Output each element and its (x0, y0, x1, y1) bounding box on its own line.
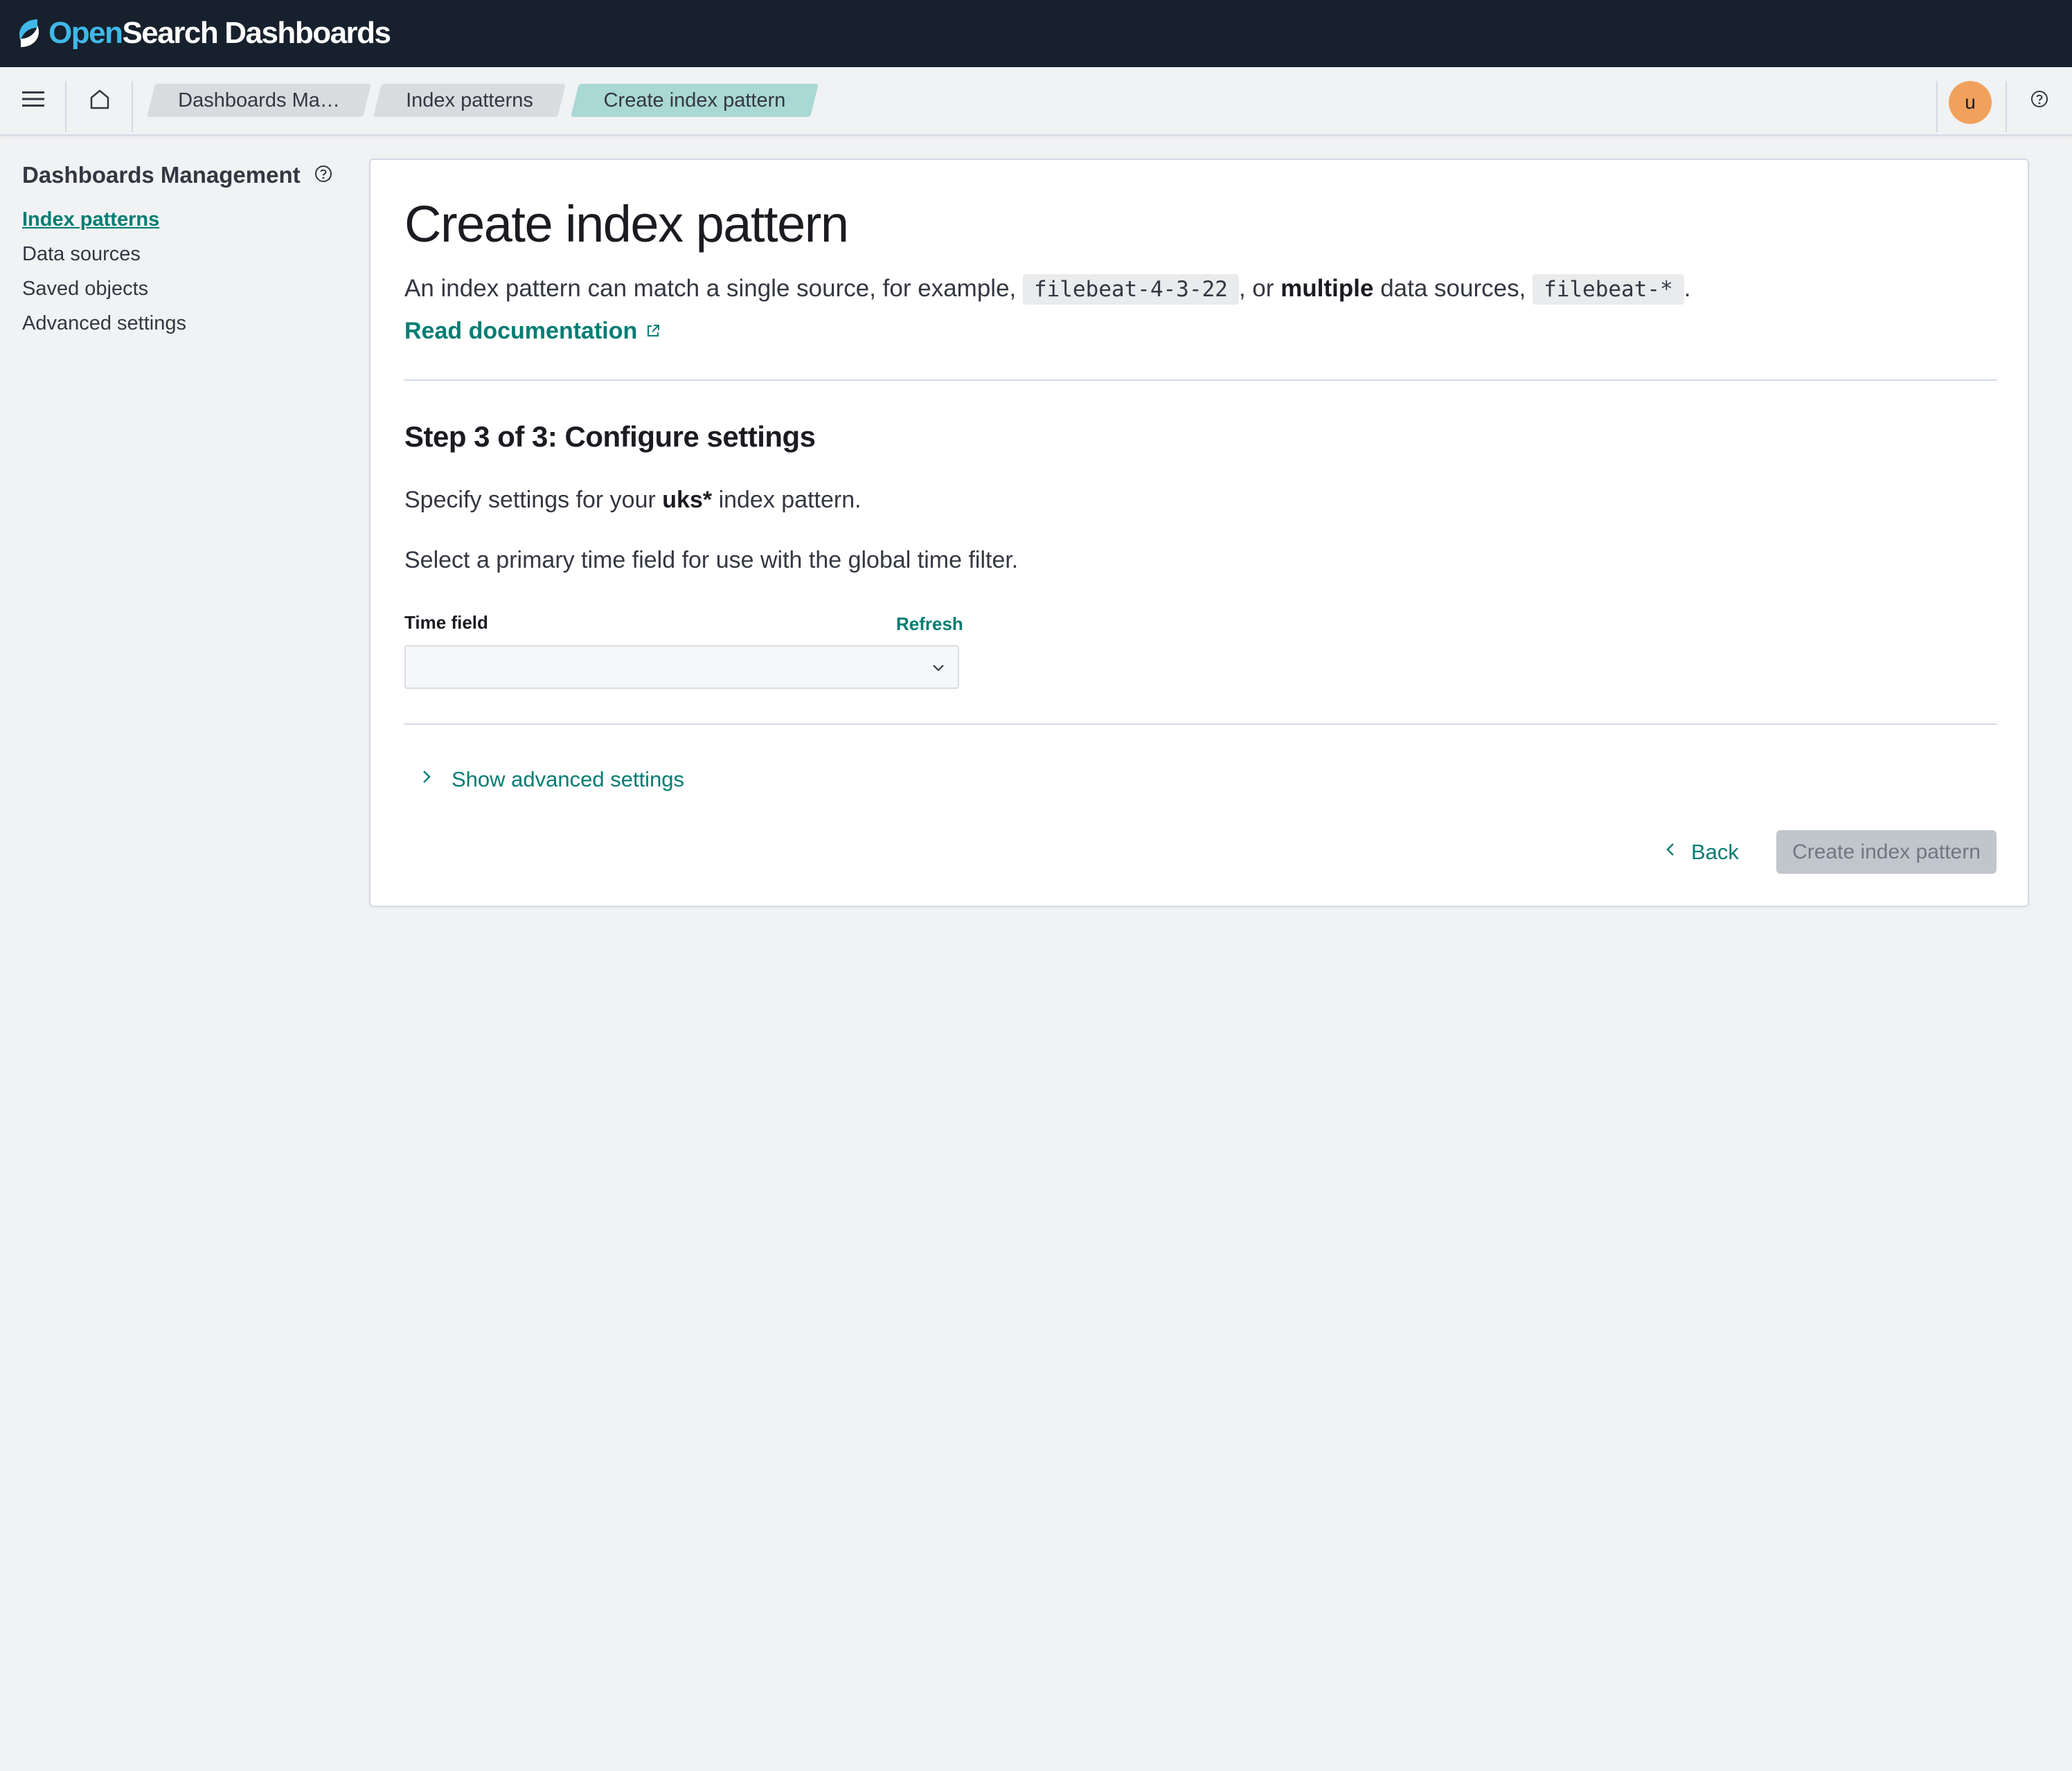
user-avatar[interactable]: u (1949, 81, 1992, 124)
breadcrumb-label: Dashboards Ma… (178, 89, 340, 111)
divider (404, 723, 1997, 725)
home-icon (89, 88, 111, 114)
read-documentation-link[interactable]: Read documentation (404, 314, 661, 348)
show-advanced-settings-label: Show advanced settings (452, 767, 685, 791)
desc-text: , or (1238, 275, 1274, 302)
read-documentation-label: Read documentation (404, 318, 638, 344)
help-icon[interactable] (314, 159, 332, 192)
index-pattern-name: uks* (662, 487, 713, 513)
top-header: OpenSearch Dashboards (0, 0, 2072, 67)
breadcrumb-dashboards-management[interactable]: Dashboards Ma… (147, 84, 371, 117)
help-button[interactable] (2007, 67, 2072, 134)
create-index-pattern-button[interactable]: Create index pattern (1776, 830, 1997, 874)
sidebar-title-text: Dashboards Management (22, 162, 301, 188)
sidebar-title: Dashboards Management (22, 159, 332, 192)
sidebar-item-saved-objects[interactable]: Saved objects (22, 275, 148, 303)
home-button[interactable] (66, 67, 133, 134)
page-description: An index pattern can match a single sour… (404, 271, 1690, 307)
create-index-pattern-panel: Create index pattern An index pattern ca… (369, 159, 2029, 907)
logo-text-search: Search (122, 16, 218, 50)
chevron-left-icon (1663, 840, 1677, 865)
navigation-bar: Dashboards Ma… Index patterns Create ind… (0, 67, 2072, 136)
logo-text-open: Open (48, 16, 123, 50)
external-link-icon (645, 314, 661, 348)
specify-text: Specify settings for your (404, 487, 656, 513)
breadcrumb-label: Index patterns (406, 89, 533, 111)
page-title: Create index pattern (404, 195, 849, 253)
menu-icon (21, 89, 45, 112)
example-code-multiple: filebeat-* (1533, 274, 1684, 305)
breadcrumb-index-patterns[interactable]: Index patterns (373, 84, 566, 117)
sidebar-item-data-sources[interactable]: Data sources (22, 240, 141, 268)
desc-text: . (1684, 275, 1691, 302)
logo-text-dashboards: Dashboards (224, 16, 391, 50)
sidebar-item-advanced-settings[interactable]: Advanced settings (22, 309, 186, 337)
breadcrumb-label: Create index pattern (603, 89, 786, 111)
step-title: Step 3 of 3: Configure settings (404, 420, 816, 453)
show-advanced-settings-toggle[interactable]: Show advanced settings (420, 766, 684, 793)
menu-button[interactable] (0, 67, 66, 134)
specify-text: index pattern. (718, 487, 861, 513)
nav-divider (1936, 81, 1938, 132)
opensearch-logo-icon (14, 17, 44, 50)
desc-text: An index pattern can match a single sour… (404, 275, 1017, 302)
time-field-label: Time field (404, 612, 488, 633)
chevron-down-icon (929, 658, 948, 681)
back-button[interactable]: Back (1655, 830, 1747, 874)
refresh-link[interactable]: Refresh (896, 613, 963, 635)
chevron-right-icon (420, 766, 434, 793)
desc-text: data sources, (1380, 275, 1526, 302)
opensearch-logo[interactable]: OpenSearch Dashboards (14, 12, 391, 54)
desc-bold: multiple (1280, 275, 1374, 302)
nav-divider (132, 81, 133, 132)
sidebar-item-index-patterns[interactable]: Index patterns (22, 206, 159, 233)
specify-settings-text: Specify settings for your uks* index pat… (404, 483, 861, 517)
time-field-hint: Select a primary time field for use with… (404, 547, 1019, 573)
breadcrumb-create-index-pattern: Create index pattern (571, 84, 819, 117)
example-code-single: filebeat-4-3-22 (1023, 274, 1239, 305)
divider (404, 379, 1997, 381)
time-field-select[interactable] (404, 645, 959, 689)
help-icon (2030, 90, 2048, 111)
back-label: Back (1691, 839, 1739, 864)
